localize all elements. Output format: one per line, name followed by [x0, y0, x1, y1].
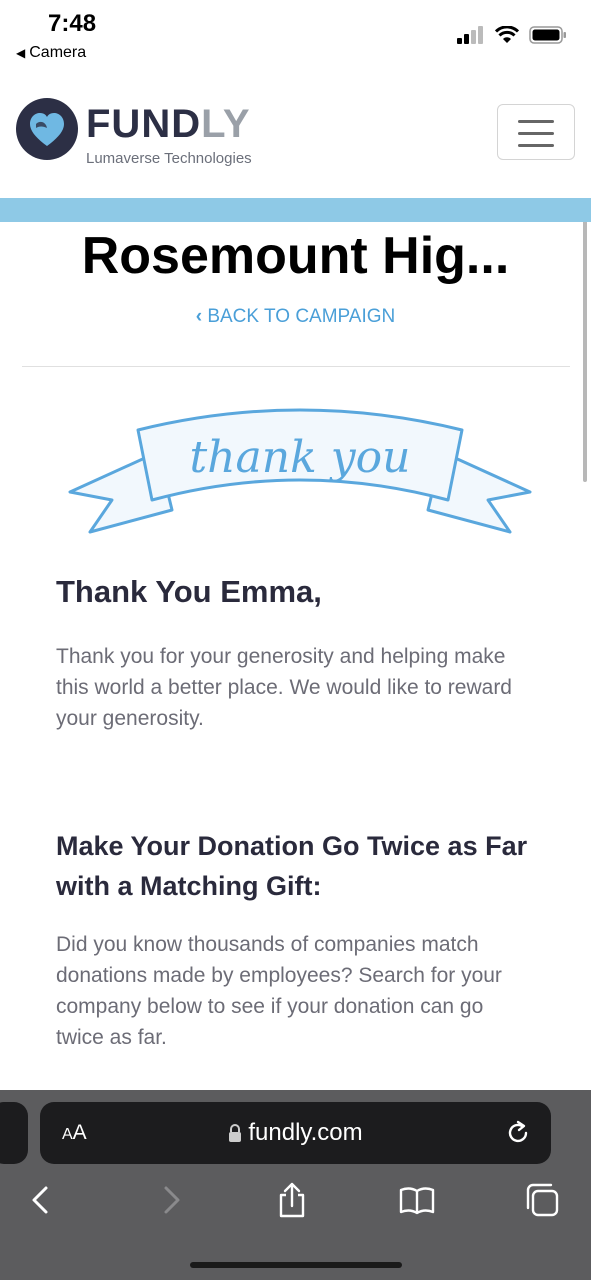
hamburger-menu-icon: [518, 120, 554, 123]
back-triangle-icon: ◀: [16, 46, 26, 60]
browser-toolbar: AA fundly.com: [0, 1090, 591, 1280]
hamburger-menu-button[interactable]: [497, 104, 575, 160]
status-icons: [457, 24, 567, 46]
thank-you-text: Thank you for your generosity and helpin…: [56, 645, 512, 730]
reload-icon[interactable]: [505, 1120, 531, 1146]
chevron-left-icon: ‹: [195, 306, 203, 327]
status-time: 7:48: [48, 10, 97, 37]
fundly-logo-icon[interactable]: [16, 98, 78, 160]
url-display[interactable]: fundly.com: [40, 1119, 551, 1147]
address-bar[interactable]: AA fundly.com: [40, 1102, 551, 1164]
brand-subtitle: Lumaverse Technologies: [86, 150, 252, 167]
thank-you-heading: Thank You Emma,: [56, 574, 322, 609]
share-icon[interactable]: [274, 1182, 310, 1218]
campaign-title: Rosemount Hig...: [81, 227, 510, 285]
battery-icon: [529, 26, 566, 44]
site-header: FUNDLY Lumaverse Technologies: [0, 78, 591, 198]
divider: [22, 366, 570, 367]
back-to-campaign-label: BACK TO CAMPAIGN: [207, 306, 396, 327]
back-to-campaign-link[interactable]: ‹ BACK TO CAMPAIGN: [0, 306, 591, 328]
brand-name-main: FUND: [86, 102, 202, 146]
thank-you-banner: thank you: [68, 408, 532, 534]
url-text: fundly.com: [248, 1119, 363, 1146]
status-bar: 7:48 ◀ Camera: [0, 0, 591, 70]
back-app-label: Camera: [29, 44, 87, 61]
tabs-icon[interactable]: [524, 1182, 560, 1218]
back-arrow-icon[interactable]: [24, 1182, 60, 1218]
lock-icon: [229, 1124, 242, 1142]
matching-gift-heading: Make Your Donation Go Twice as Far with …: [56, 831, 528, 901]
back-to-camera-button[interactable]: ◀ Camera: [16, 44, 86, 62]
bookmarks-icon[interactable]: [399, 1182, 435, 1218]
brand-name-accent: LY: [201, 102, 251, 146]
brand-name[interactable]: FUNDLY: [86, 104, 251, 144]
previous-tab-preview[interactable]: [0, 1102, 28, 1164]
home-indicator[interactable]: [190, 1262, 402, 1268]
header-band: [0, 198, 591, 222]
banner-text: thank you: [190, 432, 411, 483]
forward-arrow-icon[interactable]: [152, 1182, 188, 1218]
browser-nav-row: [0, 1182, 591, 1222]
signal-icon: [457, 26, 483, 44]
matching-gift-text: Did you know thousands of companies matc…: [56, 933, 502, 1049]
wifi-icon: [495, 26, 519, 43]
